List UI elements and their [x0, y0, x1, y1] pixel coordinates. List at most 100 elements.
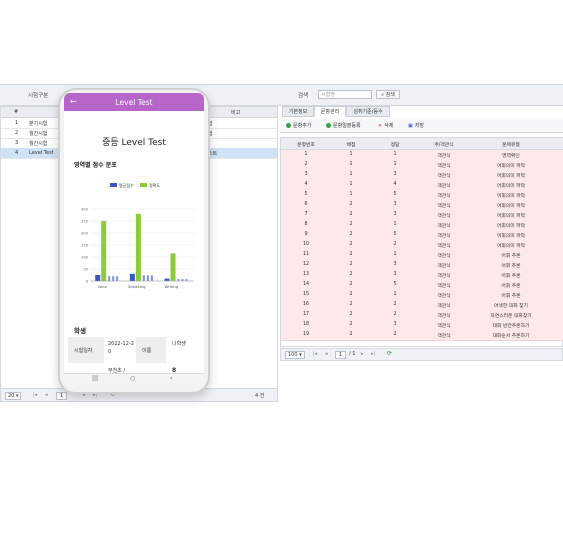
table-cell: 2 [349, 312, 353, 317]
search-input[interactable]: 시험명 [318, 90, 372, 99]
bar [142, 275, 145, 281]
table-cell: 2 [393, 242, 397, 247]
table-cell: 8 [304, 222, 308, 227]
table-cell: 대화순서 추론하기 [492, 334, 530, 339]
table-cell: 어휘의미 파악 [496, 184, 525, 189]
table-cell: 3 [393, 262, 397, 267]
bar [135, 213, 141, 281]
table-cell: 어휘 추론 [501, 264, 521, 269]
search-icon: ⌕ [381, 92, 384, 98]
table-cell: 17 [302, 312, 310, 317]
table-cell: 5 [304, 192, 308, 197]
home-icon[interactable]: ○ [130, 375, 135, 382]
table-cell: 2 [304, 162, 308, 167]
table-cell: 객관식 [437, 184, 451, 189]
delete-button[interactable]: ✕ 삭제 [378, 122, 393, 129]
bar [101, 221, 107, 281]
tab-basic-info[interactable]: 기본정보 [282, 106, 314, 117]
exam-date-label: 시험일자 [74, 348, 93, 354]
table-cell: 2 [349, 302, 353, 307]
x-tick-label: Voca [98, 284, 107, 289]
table-cell: 객관식 [437, 284, 451, 289]
first-page-button[interactable]: |◂ [33, 392, 37, 398]
app-title: Level Test [115, 98, 153, 107]
table-cell: 2 [349, 262, 353, 267]
table-cell: 2 [393, 302, 397, 307]
first-page-button[interactable]: |◂ [313, 351, 317, 357]
bar [116, 276, 119, 281]
question-toolbar: 문항추가 문항일괄등록 ✕ 삭제 ▣ 저장 [280, 119, 563, 133]
page-size-select[interactable]: 100 ▾ [285, 351, 305, 359]
tab-question-manage[interactable]: 문항관리 [314, 106, 346, 117]
table-cell: 객관식 [437, 214, 451, 219]
table-cell: 2 [349, 202, 353, 207]
bar [177, 279, 180, 281]
exam-type-label: 시험구분 [28, 93, 49, 99]
table-cell: 어휘의미 파악 [496, 174, 525, 179]
table-cell: 1 [349, 172, 353, 177]
page-size-select[interactable]: 20 ▾ [5, 392, 22, 400]
bar [108, 276, 111, 281]
table-cell: 3 [393, 172, 397, 177]
table-cell: 3 [304, 172, 308, 177]
table-cell: 11 [302, 252, 310, 257]
add-question-button[interactable]: 문항추가 [286, 122, 311, 129]
save-button[interactable]: ▣ 저장 [408, 122, 424, 129]
x-tick-label: Writing [165, 284, 179, 289]
recent-apps-icon[interactable]: ||| [92, 375, 98, 382]
table-cell: 어휘의미 파악 [496, 244, 525, 249]
legend-swatch [110, 183, 117, 187]
table-cell: 13 [302, 272, 310, 277]
close-icon: ✕ [378, 123, 383, 129]
table-cell: 1 [349, 152, 353, 157]
table-cell: 3 [393, 212, 397, 217]
table-cell: 객관식 [437, 254, 451, 259]
table-cell: 객관식 [437, 234, 451, 239]
table-cell: 객관식 [437, 174, 451, 179]
prev-page-button[interactable]: ◂ [45, 392, 48, 398]
back-icon[interactable]: ‹ [170, 375, 172, 382]
table-cell: 영역확인 [502, 154, 520, 159]
page-count: / 1 [349, 351, 356, 357]
table-cell: 10 [302, 242, 310, 247]
name-label: 이름 [142, 348, 152, 354]
y-tick-label: 150 [81, 244, 89, 248]
table-cell: 객관식 [437, 334, 451, 339]
x-tick-label: Speaking [128, 284, 146, 289]
last-page-button[interactable]: ▸| [371, 351, 375, 357]
y-tick-label: 50 [83, 268, 88, 272]
table-cell: 2 [349, 322, 353, 327]
table-cell: 3 [393, 202, 397, 207]
table-cell: 1 [393, 152, 397, 157]
page-input[interactable]: 1 [335, 351, 347, 359]
prev-page-button[interactable]: ◂ [325, 351, 328, 357]
save-icon: ▣ [408, 123, 413, 129]
app-bar: ← Level Test [64, 93, 204, 111]
refresh-icon[interactable]: ⟳ [387, 350, 392, 357]
table-cell: 1 [349, 192, 353, 197]
page-input[interactable]: 1 [56, 392, 68, 400]
bulk-register-button[interactable]: 문항일괄등록 [326, 122, 361, 129]
table-cell: 자연스러운 대화찾기 [490, 314, 532, 319]
bar [146, 275, 149, 281]
search-button[interactable]: ⌕ 검색 [376, 90, 400, 99]
table-cell: 2 [349, 292, 353, 297]
table-cell: 2 [349, 242, 353, 247]
y-tick-label: 200 [81, 232, 89, 236]
next-page-button[interactable]: ▸ [361, 351, 364, 357]
table-cell: 18 [302, 322, 310, 327]
score-chart: 평균점수 정확도 0 50 100 150 200 250 300 Voca Speaking Wri… [81, 182, 194, 289]
table-cell: 어색한 대화 찾기 [494, 304, 528, 309]
table-cell: 객관식 [437, 304, 451, 309]
table-cell: 15 [302, 292, 310, 297]
table-cell: 객관식 [437, 294, 451, 299]
table-cell: 1 [393, 252, 397, 257]
tab-achievement[interactable]: 성취기준/등수 [346, 106, 390, 117]
table-cell: 12 [302, 262, 310, 267]
plus-icon [286, 123, 291, 128]
name-value: 나학생 [172, 341, 186, 347]
table-cell: 2 [393, 332, 397, 337]
table-cell: 2 [349, 222, 353, 227]
y-tick-label: 0 [86, 280, 89, 284]
table-row[interactable]: 19 2 2 객관식 대화순서 추론하기 [281, 330, 563, 341]
